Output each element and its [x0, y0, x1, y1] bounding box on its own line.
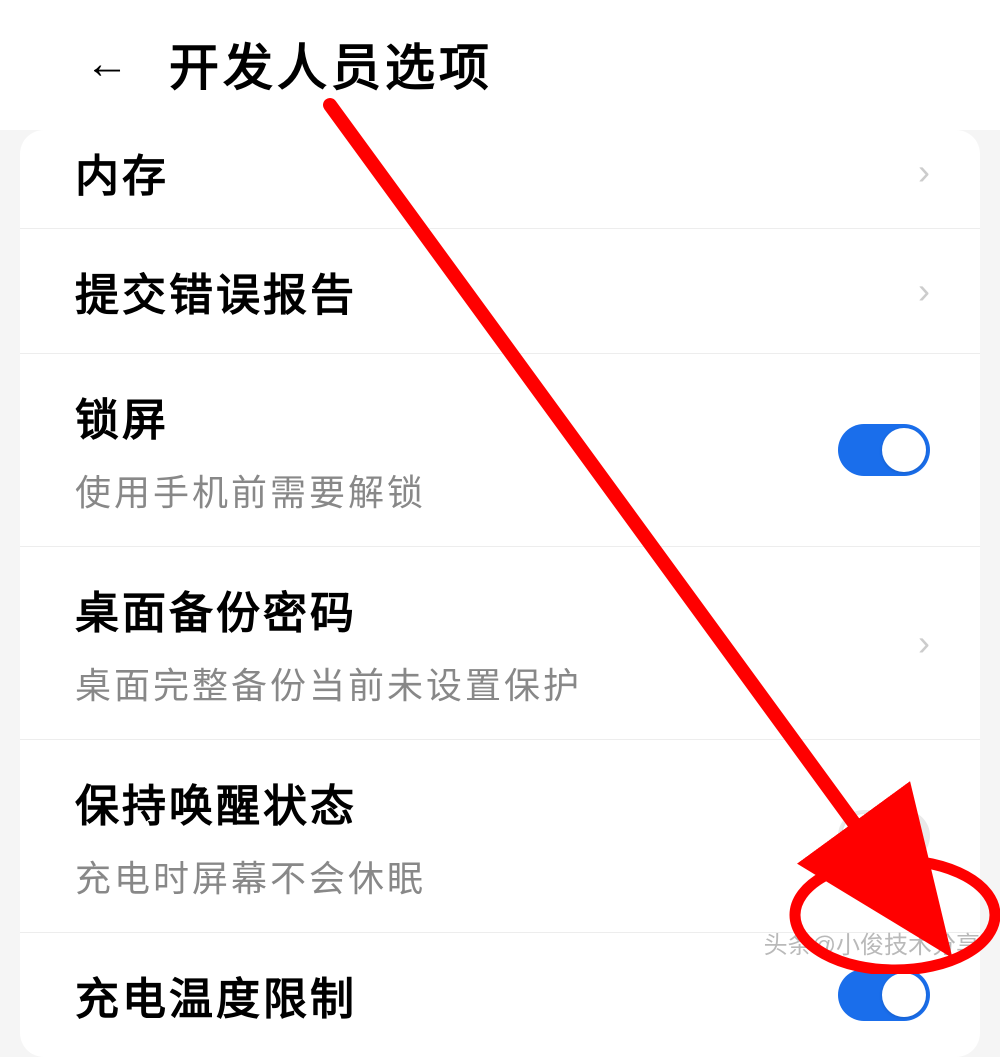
- item-text: 锁屏 使用手机前需要解锁: [75, 384, 838, 516]
- item-text: 充电温度限制: [75, 963, 838, 1027]
- item-text: 提交错误报告: [75, 259, 918, 323]
- item-subtitle: 使用手机前需要解锁: [75, 464, 838, 516]
- chevron-right-icon: ›: [918, 270, 930, 312]
- item-text: 保持唤醒状态 充电时屏幕不会休眠: [75, 770, 838, 902]
- item-title: 内存: [75, 140, 918, 204]
- item-subtitle: 桌面完整备份当前未设置保护: [75, 657, 918, 709]
- watermark-text: 头条@小俊技术分享: [764, 925, 980, 960]
- toggle-lockscreen[interactable]: [838, 424, 930, 476]
- setting-item-bug-report[interactable]: 提交错误报告 ›: [20, 229, 980, 354]
- toggle-charging-temp-limit[interactable]: [838, 969, 930, 1021]
- item-title: 充电温度限制: [75, 963, 838, 1027]
- item-title: 桌面备份密码: [75, 577, 918, 641]
- chevron-right-icon: ›: [918, 622, 930, 664]
- settings-card: 内存 › 提交错误报告 › 锁屏 使用手机前需要解锁 桌面备份密码 桌面完整备份…: [20, 130, 980, 1057]
- item-subtitle: 充电时屏幕不会休眠: [75, 850, 838, 902]
- setting-item-keep-awake[interactable]: 保持唤醒状态 充电时屏幕不会休眠: [20, 740, 980, 933]
- chevron-right-icon: ›: [918, 151, 930, 193]
- header-bar: ← 开发人员选项: [0, 0, 1000, 130]
- back-arrow-icon[interactable]: ←: [85, 39, 129, 89]
- toggle-knob: [842, 814, 886, 858]
- setting-item-desktop-backup-password[interactable]: 桌面备份密码 桌面完整备份当前未设置保护 ›: [20, 547, 980, 740]
- setting-item-memory[interactable]: 内存 ›: [20, 130, 980, 229]
- toggle-keep-awake[interactable]: [838, 810, 930, 862]
- item-title: 提交错误报告: [75, 259, 918, 323]
- item-text: 桌面备份密码 桌面完整备份当前未设置保护: [75, 577, 918, 709]
- item-title: 锁屏: [75, 384, 838, 448]
- item-title: 保持唤醒状态: [75, 770, 838, 834]
- toggle-knob: [882, 973, 926, 1017]
- setting-item-lockscreen[interactable]: 锁屏 使用手机前需要解锁: [20, 354, 980, 547]
- toggle-knob: [882, 428, 926, 472]
- item-text: 内存: [75, 140, 918, 204]
- page-title: 开发人员选项: [169, 28, 493, 100]
